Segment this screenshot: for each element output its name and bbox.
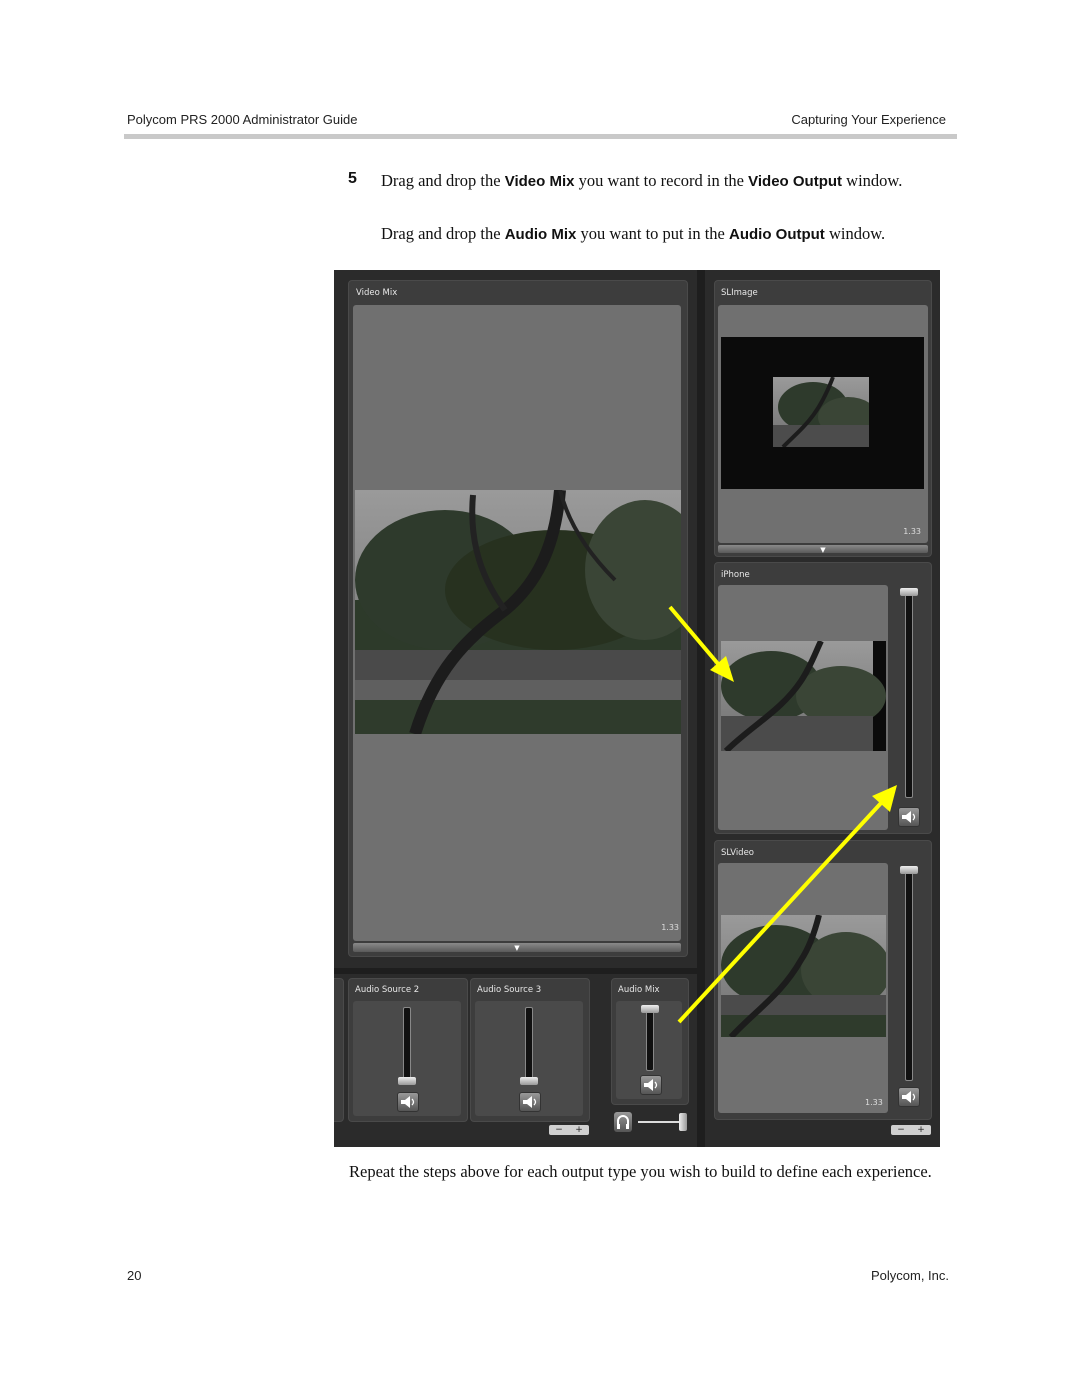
text-run: Drag and drop the [381, 171, 505, 190]
text-run: you want to put in the [576, 224, 729, 243]
annotation-arrows [668, 605, 897, 1024]
arrow-video-line [668, 605, 721, 667]
term-video-output: Video Output [748, 173, 843, 190]
text-run: window. [824, 224, 886, 243]
text-run: window. [842, 171, 903, 190]
term-audio-output: Audio Output [729, 226, 825, 243]
page-number: 20 [127, 1268, 142, 1283]
running-header-section: Capturing Your Experience [791, 112, 946, 127]
footer-company: Polycom, Inc. [870, 1268, 949, 1283]
step-number: 5 [348, 170, 357, 187]
running-header-title: Polycom PRS 2000 Administrator Guide [127, 112, 358, 127]
header-rule [124, 134, 957, 139]
term-video-mix: Video Mix [504, 173, 575, 190]
step-instruction-video: Drag and drop the Video Mix you want to … [381, 170, 951, 193]
step-instruction-audio: Drag and drop the Audio Mix you want to … [381, 223, 951, 246]
app-screenshot: Video Mix 1.33 ▼ SLImage 1.33 ▼ iPhone S… [334, 270, 940, 1147]
term-audio-mix: Audio Mix [504, 226, 577, 243]
closing-paragraph: Repeat the steps above for each output t… [349, 1162, 932, 1181]
text-run: Drag and drop the [381, 224, 505, 243]
text-run: you want to record in the [574, 171, 749, 190]
arrow-audio-line [677, 800, 884, 1024]
